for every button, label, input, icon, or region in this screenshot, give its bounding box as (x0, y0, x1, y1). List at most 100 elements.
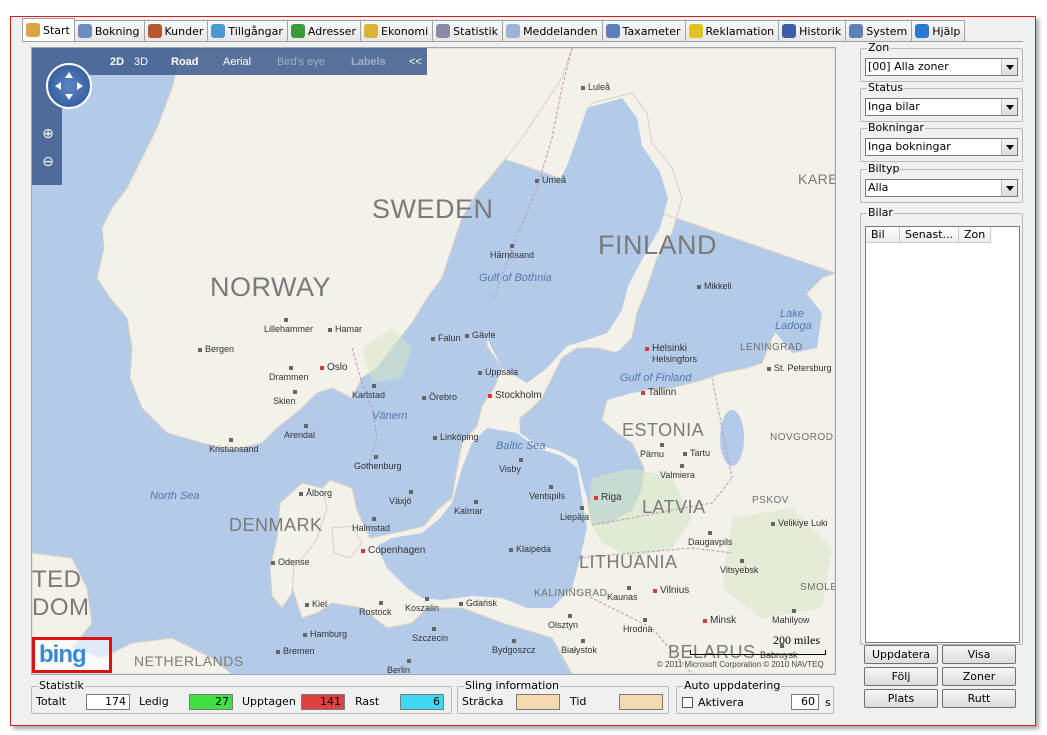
city-label: Hamar (335, 324, 363, 334)
visa-button[interactable]: Visa (942, 645, 1016, 664)
column-header-zon[interactable]: Zon (959, 227, 991, 243)
water-label: Gulf of Bothnia (479, 272, 552, 284)
road-view-button[interactable]: Road (171, 56, 199, 68)
city-label: Copenhagen (368, 545, 426, 556)
interval-input[interactable]: 60 (791, 694, 819, 710)
view-3d-button[interactable]: 3D (134, 56, 148, 68)
map-nav-bar: 2D 3D Road Aerial Bird's eye Labels << (32, 48, 427, 75)
capital-marker (703, 619, 707, 623)
tab-label: Ekonomi (381, 24, 429, 38)
capital-marker (641, 391, 645, 395)
city-label: Växjö (389, 496, 412, 506)
city-label: Gdańsk (466, 598, 498, 608)
tab-reklamation[interactable]: Reklamation (684, 20, 780, 41)
plats-button[interactable]: Plats (864, 689, 938, 708)
folj-button[interactable]: Följ (864, 667, 938, 686)
city-marker (519, 458, 523, 462)
stracka-value (516, 694, 560, 710)
status-value: Inga bilar (868, 100, 920, 113)
tab-historik[interactable]: Historik (778, 20, 847, 41)
city-marker (512, 639, 516, 643)
chevron-down-icon[interactable] (1001, 139, 1017, 155)
city-marker (581, 639, 585, 643)
city-label: Mikkeli (704, 281, 732, 291)
city-label: Arendal (284, 430, 316, 440)
status-group: Status Inga bilar (860, 82, 1023, 122)
zoom-out-icon[interactable]: ⊖ (40, 155, 56, 171)
labels-toggle[interactable]: Labels (351, 56, 386, 68)
city-label: Karlstad (352, 390, 386, 400)
zoom-in-icon[interactable]: ⊕ (40, 127, 56, 143)
city-label: Umeå (542, 175, 567, 185)
city-marker (697, 285, 701, 289)
tab-label: Taxameter (622, 24, 681, 38)
birdseye-view-button[interactable]: Bird's eye (277, 56, 325, 68)
clock-icon (77, 24, 92, 38)
pen-icon (290, 24, 305, 38)
meter-icon (605, 24, 620, 38)
city-label: Odense (278, 557, 310, 567)
city-label: Berlin (387, 665, 411, 675)
status-select[interactable]: Inga bilar (865, 98, 1018, 116)
tab-kunder[interactable]: Kunder (143, 20, 209, 41)
city-label: Kalmar (454, 506, 483, 516)
column-header-senast[interactable]: Senast... (900, 227, 959, 243)
city-marker (425, 597, 429, 601)
zon-group: Zon [00] Alla zoner (860, 42, 1023, 82)
stracka-label: Sträcka (462, 695, 504, 708)
city-marker (627, 586, 631, 590)
tab-hjälp[interactable]: Hjälp (911, 20, 966, 41)
tab-tillgångar[interactable]: Tillgångar (207, 20, 288, 41)
zoner-button[interactable]: Zoner (942, 667, 1016, 686)
tab-bokning[interactable]: Bokning (73, 20, 145, 41)
bokningar-value: Inga bokningar (868, 140, 951, 153)
tab-statistik[interactable]: Statistik (432, 20, 504, 41)
tab-ekonomi[interactable]: Ekonomi (360, 20, 434, 41)
money-icon (364, 24, 379, 38)
aerial-view-button[interactable]: Aerial (223, 56, 251, 68)
city-label: Luleå (588, 82, 611, 92)
tab-taxameter[interactable]: Taxameter (601, 20, 686, 41)
interval-unit: s (825, 696, 831, 709)
city-label: Szczecin (412, 633, 449, 643)
view-2d-button[interactable]: 2D (110, 56, 124, 68)
status-title: Status (867, 81, 905, 94)
water-label: Gulf of Finland (620, 372, 692, 384)
map-view[interactable]: SWEDEN FINLAND NORWAY DENMARK ESTONIA LATVIA L… (31, 47, 836, 675)
city-label: Bydgoszcz (492, 645, 536, 655)
bokningar-select[interactable]: Inga bokningar (865, 138, 1018, 156)
tab-start[interactable]: Start (22, 18, 75, 41)
tab-system[interactable]: System (845, 20, 913, 41)
city-marker (510, 244, 514, 248)
chevron-down-icon[interactable] (1001, 99, 1017, 115)
chevron-down-icon[interactable] (1001, 59, 1017, 75)
city-label: Drammen (269, 372, 309, 382)
rutt-button[interactable]: Rutt (942, 689, 1016, 708)
tab-meddelanden[interactable]: Meddelanden (502, 20, 603, 41)
biltyp-select[interactable]: Alla (865, 179, 1018, 197)
zon-title: Zon (867, 41, 891, 54)
city-marker (303, 633, 307, 637)
city-marker (643, 618, 647, 622)
city-marker (535, 179, 539, 183)
uppdatera-button[interactable]: Uppdatera (864, 645, 938, 664)
city-marker (379, 601, 383, 605)
city-label: Uppsala (485, 367, 519, 377)
tab-adresser[interactable]: Adresser (286, 20, 362, 41)
city-label: Koszalin (405, 603, 440, 613)
chart-icon (436, 24, 451, 38)
aktivera-checkbox[interactable] (682, 697, 693, 708)
column-header-bil[interactable]: Bil (866, 227, 900, 243)
pan-compass-icon[interactable] (46, 63, 92, 109)
city-marker (422, 396, 426, 400)
upptagen-value: 141 (301, 694, 345, 710)
aktivera-label: Aktivera (698, 696, 744, 709)
chevron-down-icon[interactable] (1001, 180, 1017, 196)
bilar-list[interactable]: Bil Senast... Zon (865, 226, 1020, 643)
city-marker (708, 531, 712, 535)
capital-marker (488, 394, 492, 398)
city-label: Klaipėda (516, 544, 552, 554)
collapse-nav-button[interactable]: << (409, 56, 422, 68)
city-marker (293, 390, 297, 394)
zon-select[interactable]: [00] Alla zoner (865, 58, 1018, 76)
